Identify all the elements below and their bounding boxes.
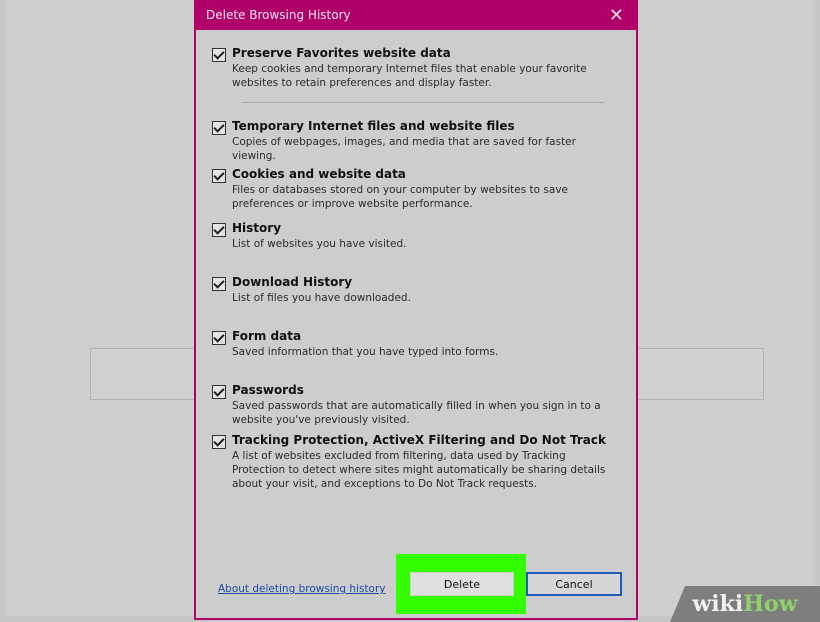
option-description: List of files you have downloaded. — [232, 292, 411, 304]
cookies-checkbox[interactable] — [212, 169, 226, 183]
dialog-titlebar: Delete Browsing History ✕ — [196, 0, 636, 30]
option-temporary-internet-files: Temporary Internet files and website fil… — [212, 119, 618, 163]
option-description: Saved passwords that are automatically f… — [232, 400, 601, 426]
option-text: History List of websites you have visite… — [232, 221, 406, 251]
form-data-checkbox[interactable] — [212, 331, 226, 345]
option-label: Download History — [232, 275, 353, 289]
option-label: Passwords — [232, 383, 304, 397]
dialog-title: Delete Browsing History — [206, 8, 351, 22]
option-description: Keep cookies and temporary Internet file… — [232, 63, 587, 89]
option-label: Temporary Internet files and website fil… — [232, 119, 515, 133]
option-text: Download History List of files you have … — [232, 275, 411, 305]
close-icon[interactable]: ✕ — [609, 5, 624, 26]
option-download-history: Download History List of files you have … — [212, 275, 618, 305]
option-cookies: Cookies and website data Files or databa… — [212, 167, 618, 211]
separator — [242, 102, 604, 103]
preserve-favorites-checkbox[interactable] — [212, 48, 226, 62]
option-description: Copies of webpages, images, and media th… — [232, 136, 576, 162]
about-deleting-history-link[interactable]: About deleting browsing history — [218, 583, 386, 595]
option-label: Cookies and website data — [232, 167, 406, 181]
option-description: List of websites you have visited. — [232, 238, 407, 250]
temporary-files-checkbox[interactable] — [212, 121, 226, 135]
option-text: Preserve Favorites website data Keep coo… — [232, 46, 618, 90]
option-description: A list of websites excluded from filteri… — [232, 450, 606, 490]
option-text: Cookies and website data Files or databa… — [232, 167, 618, 211]
cancel-button[interactable]: Cancel — [526, 572, 622, 596]
option-tracking-protection: Tracking Protection, ActiveX Filtering a… — [212, 433, 618, 491]
option-label: Preserve Favorites website data — [232, 46, 451, 60]
option-history: History List of websites you have visite… — [212, 221, 618, 251]
option-label: Form data — [232, 329, 302, 343]
delete-highlight: Delete — [396, 554, 526, 614]
option-text: Passwords Saved passwords that are autom… — [232, 383, 618, 427]
option-preserve-favorites: Preserve Favorites website data Keep coo… — [212, 46, 618, 90]
options-list: Preserve Favorites website data Keep coo… — [196, 30, 636, 491]
option-passwords: Passwords Saved passwords that are autom… — [212, 383, 618, 427]
option-label: History — [232, 221, 282, 235]
option-text: Tracking Protection, ActiveX Filtering a… — [232, 433, 618, 491]
delete-button[interactable]: Delete — [410, 572, 514, 596]
download-history-checkbox[interactable] — [212, 277, 226, 291]
option-form-data: Form data Saved information that you hav… — [212, 329, 618, 359]
option-description: Saved information that you have typed in… — [232, 346, 499, 358]
option-text: Form data Saved information that you hav… — [232, 329, 498, 359]
dialog-footer: About deleting browsing history Delete C… — [196, 554, 636, 614]
option-label: Tracking Protection, ActiveX Filtering a… — [232, 433, 606, 447]
option-text: Temporary Internet files and website fil… — [232, 119, 618, 163]
watermark-part-1: wiki — [692, 591, 744, 617]
wikihow-watermark: wiki How — [670, 586, 820, 622]
passwords-checkbox[interactable] — [212, 385, 226, 399]
history-checkbox[interactable] — [212, 223, 226, 237]
watermark-part-2: How — [743, 591, 798, 617]
option-description: Files or databases stored on your comput… — [232, 184, 569, 210]
tracking-protection-checkbox[interactable] — [212, 435, 226, 449]
delete-browsing-history-dialog: Delete Browsing History ✕ Preserve Favor… — [194, 0, 638, 620]
